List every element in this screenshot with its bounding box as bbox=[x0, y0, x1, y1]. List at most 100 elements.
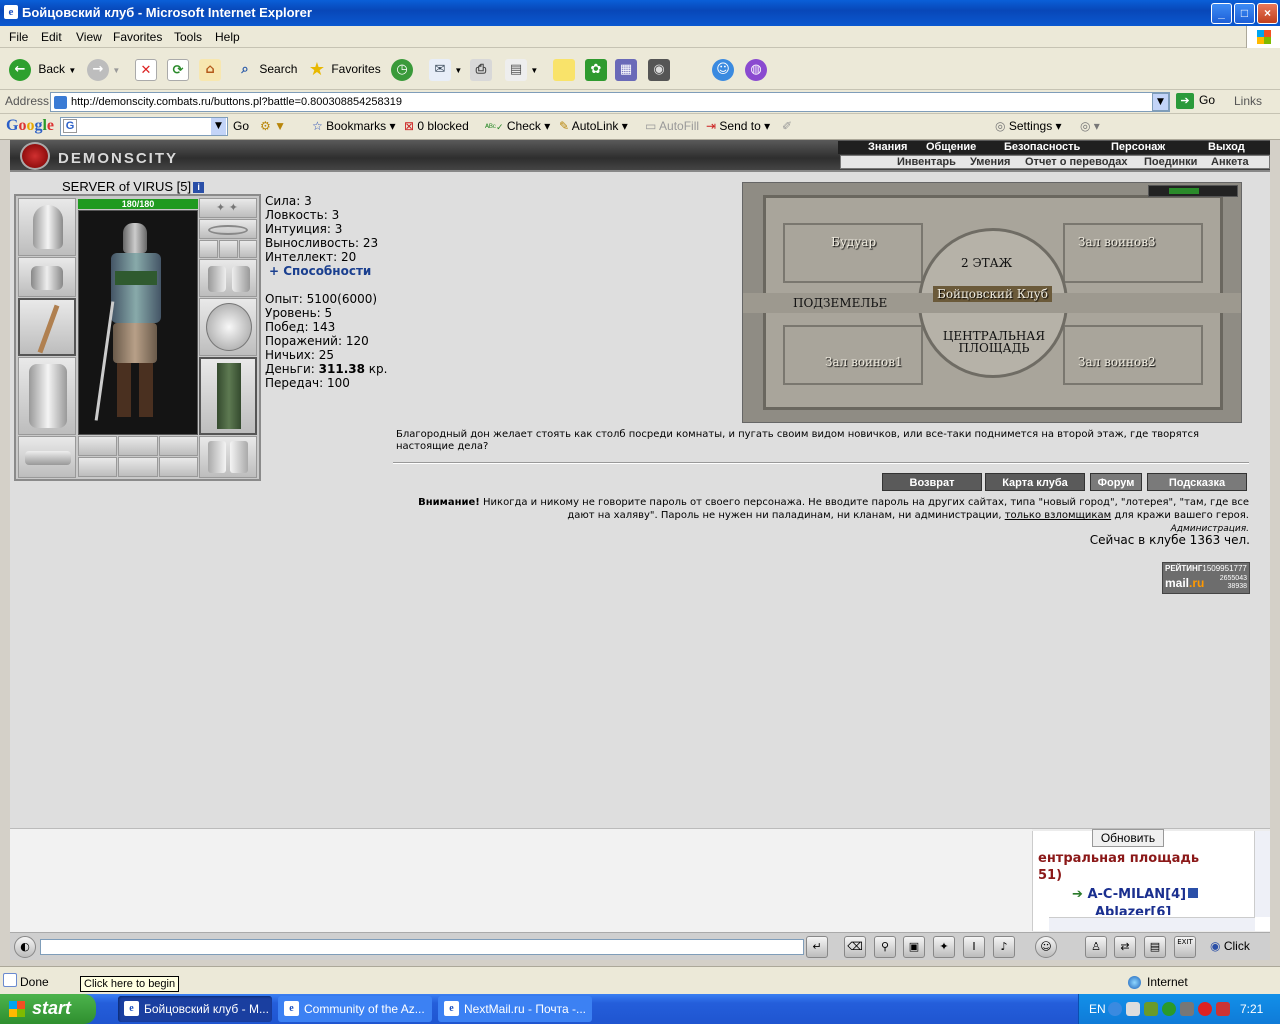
bookmarks-button[interactable]: ☆ Bookmarks ▾ bbox=[312, 119, 396, 133]
ring2-slot[interactable] bbox=[219, 240, 238, 258]
nav-transfers[interactable]: Отчет о переводах bbox=[1025, 156, 1128, 168]
autofill-button[interactable]: ▭ AutoFill bbox=[645, 119, 699, 133]
minimize-button[interactable]: _ bbox=[1211, 3, 1232, 24]
exit-icon[interactable]: EXIT bbox=[1174, 936, 1196, 958]
highlight-icon[interactable]: ✐ bbox=[782, 119, 792, 133]
smiley-icon[interactable]: ☺ bbox=[1035, 936, 1057, 958]
online-list-hscrollbar[interactable] bbox=[1049, 917, 1255, 931]
camera-button[interactable]: ◉ bbox=[648, 57, 670, 81]
menu-file[interactable]: File bbox=[9, 30, 28, 44]
start-button[interactable]: start bbox=[0, 994, 96, 1024]
room-central-square[interactable]: ЦЕНТРАЛЬНАЯ ПЛОЩАДЬ bbox=[939, 330, 1049, 354]
trade-icon[interactable]: ⇄ bbox=[1114, 936, 1136, 958]
eraser-icon[interactable]: ⌫ bbox=[844, 936, 866, 958]
spell-slot-2[interactable] bbox=[118, 457, 158, 477]
send-message-icon[interactable]: ↵ bbox=[806, 936, 828, 958]
edit-button[interactable]: ▤ ▼ bbox=[505, 57, 538, 81]
forward-button[interactable]: → ▼ bbox=[87, 57, 120, 81]
icq-button[interactable]: ✿ bbox=[585, 57, 607, 81]
filter-icon[interactable]: ⚲ bbox=[874, 936, 896, 958]
boots-slot[interactable] bbox=[199, 436, 257, 478]
menu-edit[interactable]: Edit bbox=[41, 30, 62, 44]
armor-slot[interactable] bbox=[18, 357, 76, 435]
address-input[interactable]: http://demonscity.combats.ru/buttons.pl?… bbox=[50, 92, 1170, 112]
fight-icon[interactable]: ✦ bbox=[933, 936, 955, 958]
online-player-2[interactable]: Ablazer[6] bbox=[1095, 905, 1171, 915]
return-button[interactable]: Возврат bbox=[882, 473, 982, 491]
abilities-link[interactable]: + Способности bbox=[269, 264, 371, 278]
earrings-slot[interactable]: ✦ ✦ bbox=[199, 198, 257, 218]
mail-button[interactable]: ✉ ▼ bbox=[429, 57, 462, 81]
address-dropdown-icon[interactable]: ▼ bbox=[1152, 93, 1169, 111]
spell-slot-1[interactable] bbox=[78, 457, 117, 477]
settings-button[interactable]: ◎ Settings ▾ bbox=[995, 119, 1062, 133]
rune-slot-1[interactable] bbox=[78, 436, 117, 456]
nav-profile[interactable]: Анкета bbox=[1211, 156, 1249, 168]
tray-icq-icon[interactable] bbox=[1126, 1002, 1140, 1016]
maximize-button[interactable]: □ bbox=[1234, 3, 1255, 24]
menu-view[interactable]: View bbox=[76, 30, 102, 44]
notes-button[interactable] bbox=[553, 57, 575, 81]
save-icon[interactable]: ▣ bbox=[903, 936, 925, 958]
google-go-button[interactable]: Go bbox=[233, 119, 249, 133]
menu-tools[interactable]: Tools bbox=[174, 30, 202, 44]
inventory-icon[interactable]: ▤ bbox=[1144, 936, 1166, 958]
online-player[interactable]: ➔ A-C-MILAN[4] bbox=[1072, 887, 1199, 902]
tray-security-icon[interactable] bbox=[1216, 1002, 1230, 1016]
nav-security[interactable]: Безопасность bbox=[1004, 141, 1080, 153]
hint-button[interactable]: Подсказка bbox=[1147, 473, 1247, 491]
nav-communication[interactable]: Общение bbox=[926, 141, 976, 153]
room-fight-club[interactable]: Бойцовский Клуб bbox=[933, 286, 1052, 302]
media-button[interactable]: ▦ bbox=[615, 57, 637, 81]
history-button[interactable]: ◷ bbox=[391, 57, 413, 81]
info-icon[interactable]: i bbox=[193, 182, 205, 194]
popup-blocked-button[interactable]: ⊠ 0 blocked bbox=[404, 119, 469, 133]
autolink-button[interactable]: ✎ AutoLink ▾ bbox=[559, 119, 628, 133]
mailru-rating-counter[interactable]: РЕЙТИНГ1509951777 mail.ru 2655043 38938 bbox=[1162, 562, 1250, 594]
club-map-button[interactable]: Карта клуба bbox=[985, 473, 1085, 491]
amulet-slot[interactable] bbox=[199, 219, 257, 239]
player-info-icon[interactable] bbox=[1188, 888, 1199, 898]
task-community[interactable]: e Community of the Az... bbox=[278, 996, 432, 1022]
belt-slot[interactable] bbox=[18, 436, 76, 478]
sendto-button[interactable]: ⇥ Send to ▾ bbox=[706, 119, 770, 133]
room-dungeon[interactable]: ПОДЗЕМЕЛЬЕ bbox=[793, 296, 887, 310]
room-boudoir[interactable]: Будуар bbox=[831, 235, 876, 249]
close-button[interactable]: × bbox=[1257, 3, 1278, 24]
nav-skills[interactable]: Умения bbox=[970, 156, 1010, 168]
translit-icon[interactable]: Ⅰ bbox=[963, 936, 985, 958]
search-button[interactable]: ⌕ Search bbox=[234, 57, 297, 81]
hackers-link[interactable]: только взломщикам bbox=[1005, 510, 1111, 521]
chat-input[interactable] bbox=[40, 939, 804, 955]
chat-mode-icon[interactable]: ◐ bbox=[14, 936, 36, 958]
room-floor-2[interactable]: 2 ЭТАЖ bbox=[961, 256, 1012, 270]
sound-icon[interactable]: ♪ bbox=[993, 936, 1015, 958]
tray-app-icon[interactable] bbox=[1144, 1002, 1158, 1016]
refresh-button[interactable]: Обновить bbox=[1092, 829, 1164, 847]
click-label[interactable]: ◉ Click bbox=[1210, 939, 1250, 953]
pants-slot[interactable] bbox=[199, 357, 257, 435]
menu-favorites[interactable]: Favorites bbox=[113, 30, 162, 44]
room-warriors-hall-2[interactable]: Зал воинов2 bbox=[1078, 355, 1156, 369]
helmet-slot[interactable] bbox=[18, 198, 76, 256]
spellcheck-button[interactable]: ᴬᴮᶜ✓ Check ▾ bbox=[485, 119, 550, 133]
room-warriors-hall-3[interactable]: Зал воинов3 bbox=[1078, 235, 1156, 249]
ring1-slot[interactable] bbox=[199, 240, 218, 258]
spell-slot-3[interactable] bbox=[159, 457, 198, 477]
tray-messenger-icon[interactable] bbox=[1162, 1002, 1176, 1016]
nav-duels[interactable]: Поединки bbox=[1144, 156, 1197, 168]
site-logo[interactable]: DEMONSCITY bbox=[20, 142, 200, 170]
bottle-icon[interactable]: ♙ bbox=[1085, 936, 1107, 958]
favorites-button[interactable]: ★ Favorites bbox=[306, 57, 381, 81]
ie-settings-button[interactable]: ◍ bbox=[745, 57, 767, 81]
tray-network-icon[interactable] bbox=[1180, 1002, 1194, 1016]
nav-exit[interactable]: Выход bbox=[1208, 141, 1245, 153]
nav-knowledge[interactable]: Знания bbox=[868, 141, 907, 153]
rune-slot-3[interactable] bbox=[159, 436, 198, 456]
forum-button[interactable]: Форум bbox=[1090, 473, 1142, 491]
google-search-input[interactable]: G ▼ bbox=[60, 117, 228, 136]
language-indicator[interactable]: EN bbox=[1089, 1002, 1106, 1016]
task-nextmail[interactable]: e NextMail.ru - Почта -... bbox=[438, 996, 592, 1022]
ring3-slot[interactable] bbox=[239, 240, 257, 258]
google-options-icon[interactable]: ⚙ ▼ bbox=[260, 119, 286, 133]
